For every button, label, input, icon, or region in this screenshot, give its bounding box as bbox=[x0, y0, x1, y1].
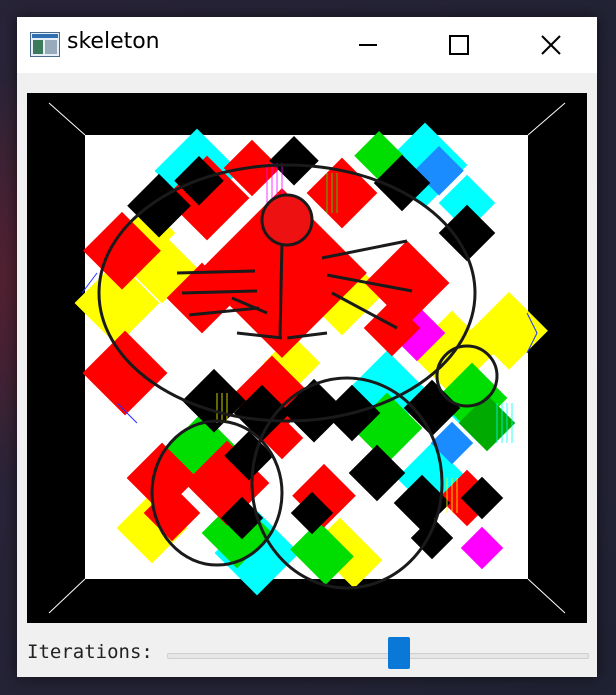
iterations-label: Iterations: bbox=[27, 641, 153, 663]
minimize-button[interactable] bbox=[322, 17, 414, 73]
iterations-slider-track[interactable] bbox=[167, 653, 589, 659]
close-button[interactable] bbox=[505, 17, 597, 73]
image-window-icon bbox=[30, 32, 60, 57]
maximize-button[interactable] bbox=[413, 17, 505, 73]
close-icon bbox=[541, 35, 561, 55]
iterations-row: Iterations: bbox=[17, 623, 597, 673]
app-window: skeleton Iterations: bbox=[17, 17, 597, 677]
title-bar[interactable]: skeleton bbox=[17, 17, 597, 73]
window-title: skeleton bbox=[67, 29, 160, 54]
iterations-slider-thumb[interactable] bbox=[388, 637, 411, 669]
maximize-icon bbox=[449, 35, 469, 55]
minimize-icon bbox=[359, 44, 377, 46]
head-node bbox=[260, 193, 314, 247]
skeleton-image bbox=[27, 93, 587, 623]
skeleton-image-canvas[interactable] bbox=[27, 93, 587, 623]
